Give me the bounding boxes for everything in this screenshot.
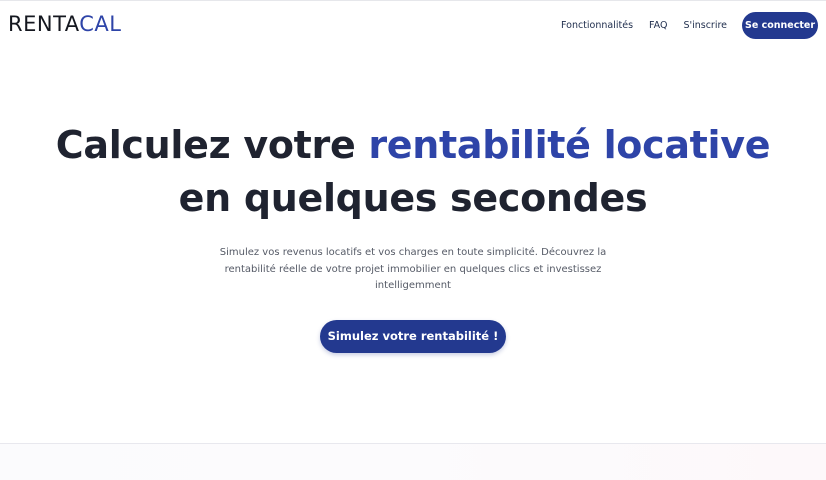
logo[interactable]: RENTACAL: [8, 12, 122, 36]
site-header: RENTACAL Fonctionnalités FAQ S'inscrire …: [0, 1, 826, 47]
logo-text-renta: RENTA: [8, 12, 80, 36]
nav-link-faq[interactable]: FAQ: [649, 20, 667, 31]
hero-title-part1: Calculez votre: [55, 123, 369, 167]
hero-title-highlight: rentabilité locative: [368, 123, 771, 167]
nav-link-features[interactable]: Fonctionnalités: [561, 20, 633, 31]
login-button[interactable]: Se connecter: [742, 11, 818, 39]
simulate-button[interactable]: Simulez votre rentabilité !: [320, 319, 506, 353]
hero-title-part2: en quelques secondes: [178, 176, 648, 220]
next-section-edge: [0, 443, 826, 480]
main-nav: Fonctionnalités FAQ S'inscrire Se connec…: [561, 11, 818, 39]
nav-link-signup[interactable]: S'inscrire: [683, 20, 727, 31]
logo-text-cal: CAL: [79, 12, 122, 36]
hero-title: Calculez votre rentabilité locative en q…: [0, 119, 826, 225]
hero-section: Calculez votre rentabilité locative en q…: [0, 119, 826, 353]
page: RENTACAL Fonctionnalités FAQ S'inscrire …: [0, 0, 826, 480]
hero-subtitle: Simulez vos revenus locatifs et vos char…: [219, 247, 607, 291]
